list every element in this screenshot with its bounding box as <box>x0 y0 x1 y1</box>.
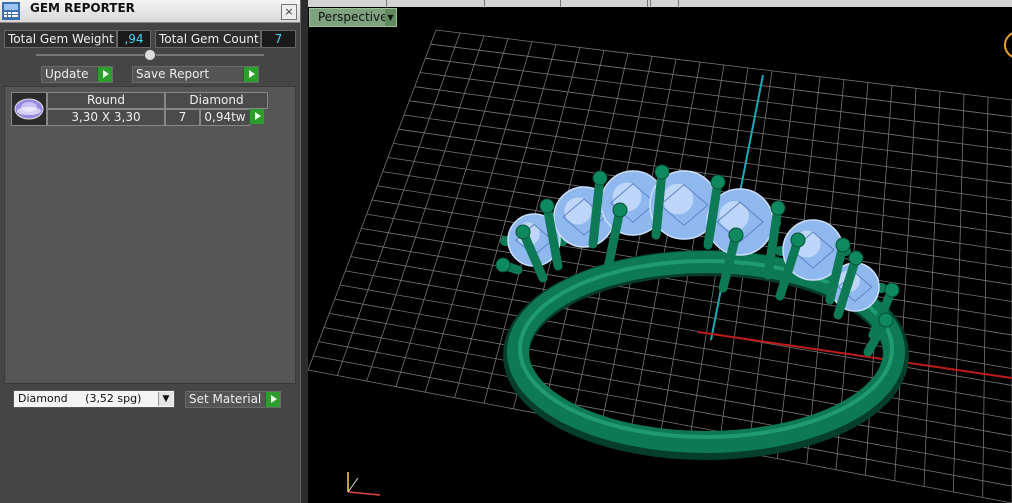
update-button[interactable]: Update <box>41 66 113 83</box>
orbit-gizmo-icon <box>1004 32 1012 58</box>
arrow-right-icon <box>265 392 280 407</box>
axis-gizmo-z <box>347 477 359 493</box>
gem-select-button[interactable] <box>249 109 264 124</box>
gem-reporter-app-icon <box>2 2 20 20</box>
prong-tip-6 <box>710 174 726 190</box>
total-gem-weight-label: Total Gem Weight <box>4 30 117 48</box>
gem-reporter-panel: GEM REPORTER × Total Gem Weight ,94 Tota… <box>0 0 300 503</box>
view-mode-dropdown[interactable]: Perspective ▼ <box>309 8 397 27</box>
prong-tip-8 <box>770 200 786 216</box>
gem-shape-cell: Round <box>47 92 165 109</box>
total-gem-count-value: 7 <box>261 30 296 48</box>
arrow-right-icon <box>249 109 264 124</box>
prong-tip-10 <box>835 237 851 253</box>
save-report-button-label: Save Report <box>136 67 210 81</box>
gem-count-cell: 7 <box>165 109 200 126</box>
prong-tip-4 <box>612 202 628 218</box>
panel-splitter-handle[interactable] <box>144 49 156 61</box>
prong-tip-12 <box>884 282 900 298</box>
prong-tip-1 <box>515 224 531 240</box>
total-gem-count-label: Total Gem Count <box>155 30 261 48</box>
gem-size-cell: 3,30 X 3,30 <box>47 109 165 126</box>
prong-5 <box>651 167 667 240</box>
material-select-value: Diamond (3,52 spg) <box>18 392 142 405</box>
gem-material-cell: Diamond <box>165 92 268 109</box>
update-button-label: Update <box>45 67 89 81</box>
arrow-right-icon <box>97 67 112 82</box>
material-select[interactable]: Diamond (3,52 spg) ▼ <box>13 390 175 408</box>
total-gem-weight-value: ,94 <box>117 30 151 48</box>
prong-tip-9 <box>790 232 806 248</box>
scene-canvas[interactable] <box>308 0 1012 503</box>
3d-viewport[interactable]: Perspective ▼ <box>308 0 1012 503</box>
close-icon[interactable]: × <box>281 4 297 20</box>
prong-tip-2 <box>539 198 555 214</box>
panel-title: GEM REPORTER <box>30 1 135 15</box>
x-axis-line <box>697 331 1012 379</box>
prong-tip-11 <box>848 250 864 266</box>
prong-tip-5 <box>654 164 670 180</box>
view-tab-strip <box>308 0 1012 7</box>
save-report-button[interactable]: Save Report <box>132 66 259 83</box>
gem-list: Round Diamond 3,30 X 3,30 7 0,94tw <box>4 86 296 384</box>
dropdown-arrow-icon: ▼ <box>385 9 396 26</box>
view-mode-label: Perspective <box>318 10 388 24</box>
arrow-right-icon <box>243 67 258 82</box>
dropdown-arrow-icon: ▼ <box>158 392 173 406</box>
prong-tip-0 <box>495 257 511 273</box>
gem-weight-cell: 0,94tw <box>200 109 250 126</box>
panel-titlebar[interactable]: GEM REPORTER × <box>0 0 300 23</box>
round-gem-icon <box>11 92 47 126</box>
prong-tip-13 <box>878 312 894 328</box>
prong-tip-7 <box>728 227 744 243</box>
prong-tip-3 <box>592 170 608 186</box>
set-material-button-label: Set Material <box>189 392 262 406</box>
set-material-button[interactable]: Set Material <box>185 391 281 408</box>
axis-gizmo-x <box>347 491 381 496</box>
